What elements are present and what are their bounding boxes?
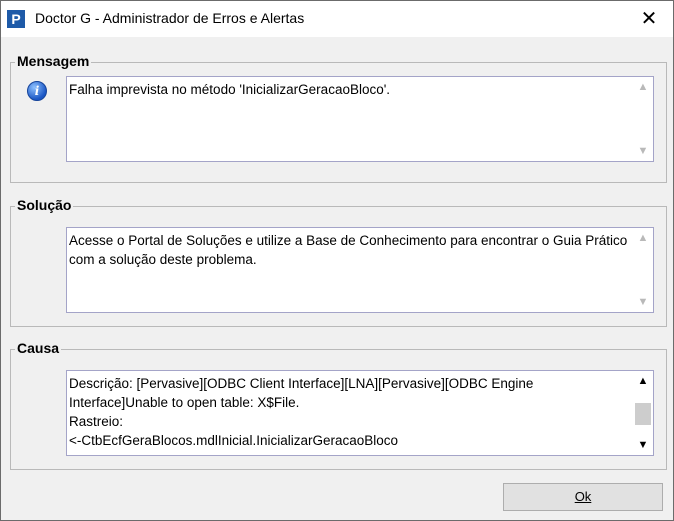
causa-scrollbar[interactable]: ▲ ▼ <box>633 371 653 455</box>
solucao-text: Acesse o Portal de Soluções e utilize a … <box>69 233 628 267</box>
close-button[interactable]: ✕ <box>635 5 663 33</box>
scroll-up-icon[interactable]: ▲ <box>633 230 653 246</box>
mensagem-group: Mensagem i Falha imprevista no método 'I… <box>10 53 667 183</box>
dialog-window: P Doctor G - Administrador de Erros e Al… <box>0 0 674 521</box>
mensagem-label: Mensagem <box>15 53 92 69</box>
scroll-down-icon[interactable]: ▼ <box>633 437 653 453</box>
scroll-thumb[interactable] <box>635 403 651 425</box>
causa-group: Causa Descrição: [Pervasive][ODBC Client… <box>10 340 667 470</box>
solucao-group: Solução Acesse o Portal de Soluções e ut… <box>10 197 667 327</box>
causa-label: Causa <box>15 340 62 356</box>
causa-textbox[interactable]: Descrição: [Pervasive][ODBC Client Inter… <box>66 370 654 456</box>
title-bar: P Doctor G - Administrador de Erros e Al… <box>1 1 673 37</box>
app-icon: P <box>7 10 25 28</box>
solucao-scrollbar[interactable]: ▲ ▼ <box>633 228 653 312</box>
causa-line-trace: <-CtbEcfGeraBlocos.mdlInicial.Inicializa… <box>69 433 399 448</box>
mensagem-text: Falha imprevista no método 'InicializarG… <box>69 82 391 97</box>
ok-label: Ok <box>574 489 592 504</box>
scroll-up-icon[interactable]: ▲ <box>633 79 653 95</box>
solucao-textbox[interactable]: Acesse o Portal de Soluções e utilize a … <box>66 227 654 313</box>
causa-text: Descrição: [Pervasive][ODBC Client Inter… <box>69 374 629 450</box>
causa-line-rastreio: Rastreio: <box>69 414 124 429</box>
causa-line-descricao: Descrição: [Pervasive][ODBC Client Inter… <box>69 376 534 410</box>
solucao-label: Solução <box>15 197 74 213</box>
mensagem-textbox[interactable]: Falha imprevista no método 'InicializarG… <box>66 76 654 162</box>
scroll-down-icon[interactable]: ▼ <box>633 143 653 159</box>
info-icon: i <box>27 81 47 101</box>
scroll-down-icon[interactable]: ▼ <box>633 294 653 310</box>
scroll-up-icon[interactable]: ▲ <box>633 373 653 389</box>
window-title: Doctor G - Administrador de Erros e Aler… <box>35 10 305 26</box>
mensagem-scrollbar[interactable]: ▲ ▼ <box>633 77 653 161</box>
ok-button[interactable]: Ok <box>503 483 663 511</box>
